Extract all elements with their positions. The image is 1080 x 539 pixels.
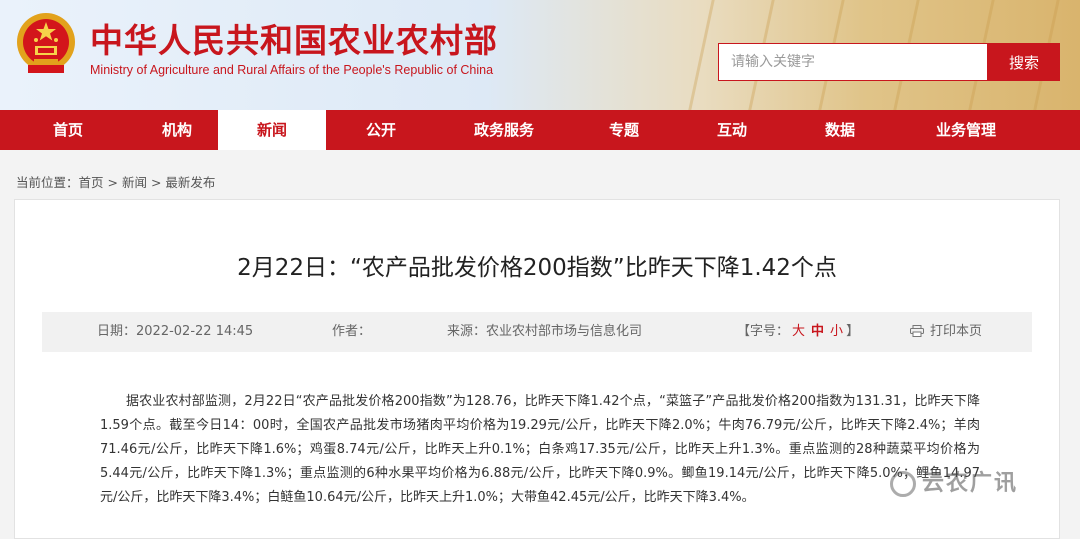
nav-item-organization[interactable]: 机构 — [136, 110, 218, 150]
breadcrumb-separator: > — [146, 175, 166, 190]
watermark-text: 云农广讯 — [922, 471, 1019, 496]
article-source: 来源：农业农村部市场与信息化司 — [447, 312, 642, 352]
printer-icon — [910, 325, 924, 337]
wheat-decoration — [688, 0, 715, 110]
main-nav: 首页 机构 新闻 公开 政务服务 专题 互动 数据 业务管理 — [0, 110, 1080, 150]
watermark: 云农广讯 — [890, 465, 1018, 497]
font-size-end: 】 — [846, 324, 860, 339]
article-date: 日期：2022-02-22 14:45 — [97, 312, 253, 352]
nav-item-services[interactable]: 政务服务 — [436, 110, 572, 150]
search-input[interactable] — [719, 44, 987, 80]
breadcrumb-separator: > — [103, 175, 122, 190]
article-title: 2月22日：“农产品批发价格200指数”比昨天下降1.42个点 — [237, 255, 837, 281]
nav-item-data[interactable]: 数据 — [788, 110, 892, 150]
breadcrumb-prefix: 当前位置： — [16, 175, 79, 190]
search-button[interactable]: 搜索 — [988, 43, 1060, 81]
nav-item-news[interactable]: 新闻 — [218, 110, 326, 150]
print-link[interactable]: 打印本页 — [910, 312, 982, 352]
font-size-label: 【字号： — [737, 324, 790, 339]
article-paragraph: 据农业农村部监测，2月22日“农产品批发价格200指数”为128.76，比昨天下… — [100, 394, 980, 505]
font-size-small-link[interactable]: 小 — [830, 324, 843, 339]
author-label: 作者： — [332, 324, 372, 339]
wechat-logo-icon — [890, 471, 916, 497]
nav-item-interaction[interactable]: 互动 — [676, 110, 788, 150]
breadcrumb-item-latest[interactable]: 最新发布 — [165, 175, 215, 190]
search-box — [718, 43, 988, 81]
source-value: 农业农村部市场与信息化司 — [486, 324, 643, 339]
national-emblem-icon[interactable] — [14, 10, 78, 78]
article-meta-bar: 日期：2022-02-22 14:45 作者： 来源：农业农村部市场与信息化司 … — [42, 312, 1032, 352]
font-size-medium-link[interactable]: 中 — [811, 324, 824, 339]
breadcrumb: 当前位置：首页 > 新闻 > 最新发布 — [16, 172, 215, 191]
nav-item-topics[interactable]: 专题 — [572, 110, 676, 150]
font-size-large-link[interactable]: 大 — [792, 324, 805, 339]
font-size-control: 【字号：大中小】 — [737, 312, 859, 352]
nav-item-home[interactable]: 首页 — [0, 110, 136, 150]
source-label: 来源： — [447, 324, 487, 339]
nav-item-business[interactable]: 业务管理 — [892, 110, 1040, 150]
site-title[interactable]: 中华人民共和国农业农村部 — [90, 14, 498, 62]
article-author: 作者： — [332, 312, 371, 352]
date-value: 2022-02-22 14:45 — [136, 324, 254, 339]
site-subtitle-en: Ministry of Agriculture and Rural Affair… — [90, 63, 494, 77]
header-banner: 中华人民共和国农业农村部 Ministry of Agriculture and… — [0, 0, 1080, 110]
breadcrumb-item-home[interactable]: 首页 — [79, 175, 104, 190]
breadcrumb-item-news[interactable]: 新闻 — [122, 175, 147, 190]
date-label: 日期： — [97, 324, 137, 339]
nav-item-public[interactable]: 公开 — [326, 110, 436, 150]
article-body: 据农业农村部监测，2月22日“农产品批发价格200指数”为128.76，比昨天下… — [100, 390, 980, 510]
print-label: 打印本页 — [930, 324, 983, 339]
